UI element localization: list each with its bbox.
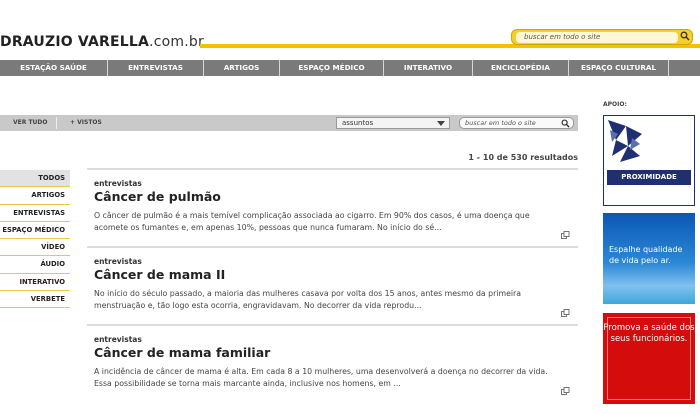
filter-divider — [56, 117, 57, 129]
result-category[interactable]: entrevistas — [94, 335, 142, 344]
sponsor-ad-sky-text: Espalhe qualidade de vida pelo ar. — [609, 245, 683, 265]
subjects-select[interactable]: assuntos — [336, 117, 450, 129]
header: DRAUZIO VARELLA.com.br buscar em todo o … — [0, 0, 700, 50]
logo-primary: DRAUZIO VARELLA — [0, 34, 150, 50]
result-category[interactable]: entrevistas — [94, 257, 142, 266]
sponsor-ad-proximidade[interactable]: PROXIMIDADE — [603, 115, 695, 206]
nav-item-entrevistas[interactable]: ENTREVISTAS — [108, 60, 204, 76]
sidebar-item-verbete[interactable]: VERBETE — [0, 291, 70, 309]
results-list: entrevistas Câncer de pulmão O câncer de… — [87, 168, 578, 402]
sidebar-item-video[interactable]: VÍDEO — [0, 239, 70, 257]
nav-item-enciclopedia[interactable]: ENCICLOPÉDIA — [473, 60, 569, 76]
sponsor-ad-sky[interactable]: Espalhe qualidade de vida pelo ar. — [603, 213, 695, 304]
result-excerpt: A incidência de câncer de mama é alta. E… — [94, 367, 548, 388]
nav-item-interativo[interactable]: INTERATIVO — [384, 60, 473, 76]
logo-domain: .com.br — [149, 34, 204, 50]
sidebar-item-entrevistas[interactable]: ENTREVISTAS — [0, 205, 70, 222]
sponsor-ad-red-text: Promova a saúde dos seus funcionários. — [603, 323, 695, 344]
nav-item-espaco-medico[interactable]: ESPAÇO MÉDICO — [280, 60, 384, 76]
results-count: 1 - 10 de 530 resultados — [468, 153, 578, 162]
result-item: entrevistas Câncer de mama II No início … — [87, 246, 578, 324]
view-all-tab[interactable]: VER TUDO — [13, 115, 48, 131]
main-nav: ESTAÇÃO SAÚDE ENTREVISTAS ARTIGOS ESPAÇO… — [0, 60, 700, 76]
open-link-icon[interactable] — [561, 309, 570, 317]
page: DRAUZIO VARELLA.com.br buscar em todo o … — [0, 0, 700, 414]
sponsors-label: APOIO: — [603, 101, 627, 108]
nav-filler — [669, 60, 700, 76]
site-search-input[interactable]: buscar em todo o site — [516, 32, 678, 43]
subjects-select-value: assuntos — [342, 119, 374, 127]
result-excerpt: No início do século passado, a maioria d… — [94, 289, 522, 310]
sidebar-item-interativo[interactable]: INTERATIVO — [0, 274, 70, 292]
result-item: entrevistas Câncer de mama familiar A in… — [87, 324, 578, 402]
result-excerpt: O câncer de pulmão é a mais temível comp… — [94, 211, 530, 232]
search-icon[interactable] — [680, 31, 690, 41]
result-item: entrevistas Câncer de pulmão O câncer de… — [87, 168, 578, 246]
sidebar-item-espaco-medico[interactable]: ESPAÇO MÉDICO — [0, 222, 70, 240]
category-sidebar: TODOS ARTIGOS ENTREVISTAS ESPAÇO MÉDICO … — [0, 170, 70, 309]
sponsor-ad-red[interactable]: Promova a saúde dos seus funcionários. — [603, 313, 695, 404]
chevron-down-icon — [437, 121, 445, 126]
sidebar-item-audio[interactable]: ÁUDIO — [0, 256, 70, 274]
sidebar-item-todos[interactable]: TODOS — [0, 170, 70, 188]
result-category[interactable]: entrevistas — [94, 179, 142, 188]
site-search-box[interactable]: buscar em todo o site — [511, 29, 693, 45]
search-icon[interactable] — [561, 119, 570, 128]
results-search-input[interactable]: buscar em todo o site — [459, 117, 574, 129]
proximidade-logo-icon — [608, 120, 642, 162]
results-search-placeholder: buscar em todo o site — [465, 119, 536, 127]
most-viewed-tab[interactable]: + VISTOS — [70, 115, 102, 131]
nav-item-estacao-saude[interactable]: ESTAÇÃO SAÚDE — [0, 60, 108, 76]
nav-item-espaco-cultural[interactable]: ESPAÇO CULTURAL — [569, 60, 669, 76]
result-title[interactable]: Câncer de pulmão — [94, 189, 221, 204]
sidebar-item-artigos[interactable]: ARTIGOS — [0, 187, 70, 205]
site-logo[interactable]: DRAUZIO VARELLA.com.br — [0, 34, 204, 50]
nav-item-artigos[interactable]: ARTIGOS — [204, 60, 280, 76]
sponsor-ad-proximidade-label: PROXIMIDADE — [607, 170, 691, 185]
open-link-icon[interactable] — [561, 387, 570, 395]
result-title[interactable]: Câncer de mama II — [94, 267, 225, 282]
result-title[interactable]: Câncer de mama familiar — [94, 345, 270, 360]
open-link-icon[interactable] — [561, 231, 570, 239]
